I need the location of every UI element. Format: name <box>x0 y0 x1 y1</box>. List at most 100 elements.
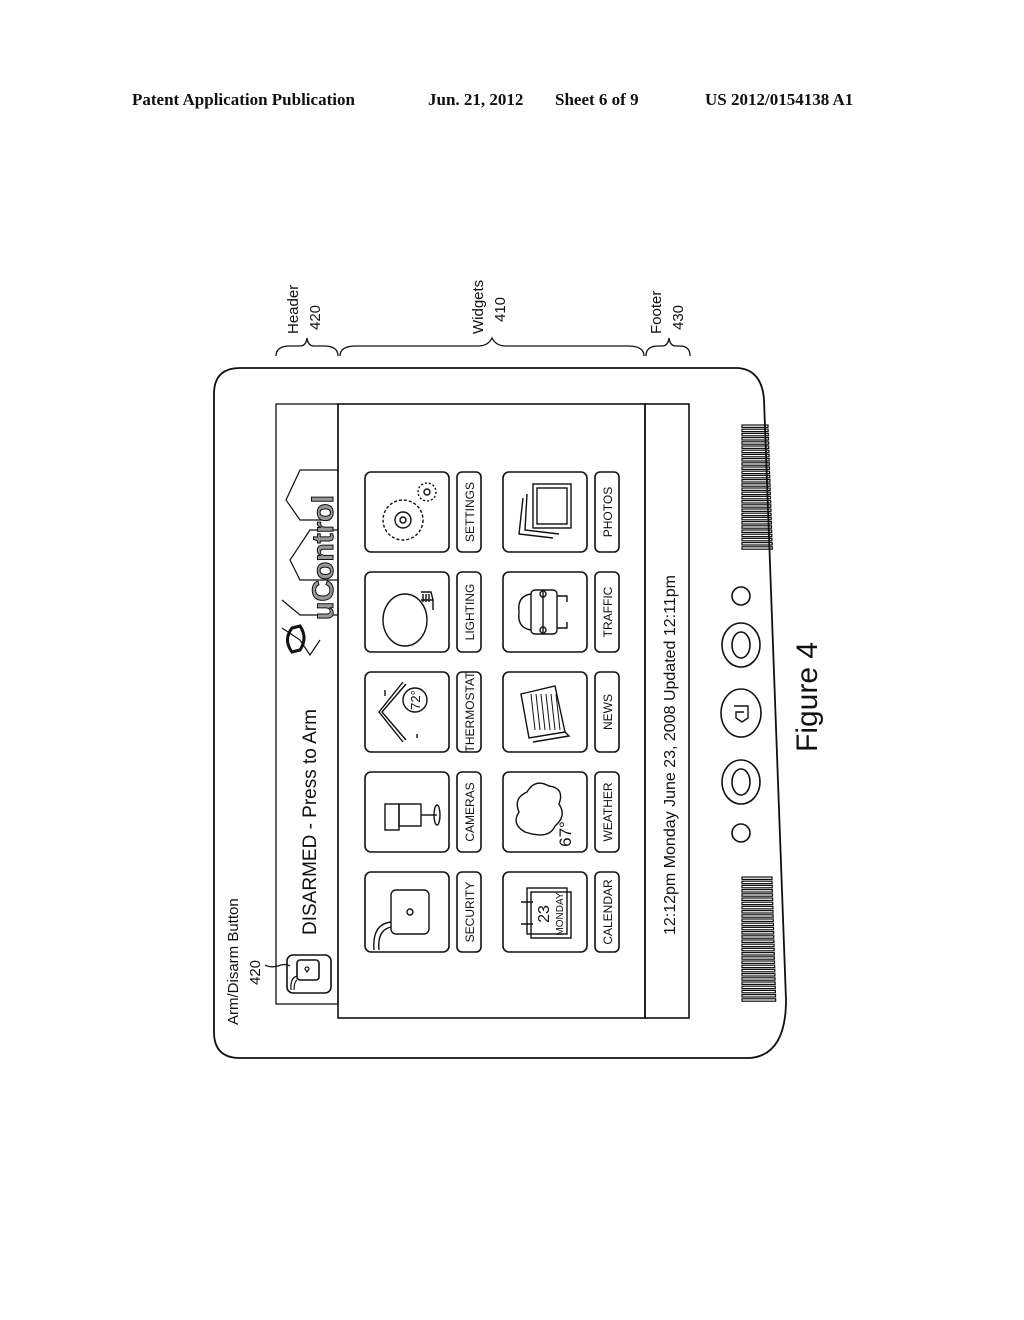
grille-slot <box>741 935 775 939</box>
footer-brace <box>645 337 691 357</box>
header-callout-ref: 420 <box>307 305 324 330</box>
widget-tile[interactable] <box>502 571 588 653</box>
widgets-callout-label: Widgets <box>470 280 487 334</box>
grille-slot <box>741 888 773 893</box>
grille-slot <box>741 951 775 956</box>
grille-slot <box>741 504 772 508</box>
grille-slot <box>741 989 777 994</box>
grille-slot <box>741 525 773 529</box>
header-brace <box>275 337 339 357</box>
grille-slot <box>741 964 776 969</box>
grille-slot <box>741 981 776 986</box>
footer-callout-ref: 430 <box>670 305 687 330</box>
widget-label: WEATHER <box>601 782 615 841</box>
grille-slot <box>741 897 774 902</box>
grille-slot <box>741 960 776 965</box>
device-small-button-bottom[interactable] <box>731 823 751 843</box>
grille-slot <box>741 516 772 521</box>
grille-slot <box>741 968 776 973</box>
lock-icon <box>304 966 310 974</box>
grille-slot <box>741 533 773 538</box>
grille-slot <box>741 922 774 927</box>
calendar-day-name: MONDAY <box>555 892 566 935</box>
grille-slot <box>741 453 770 458</box>
footer-callout-label: Footer <box>648 291 665 334</box>
grille-slot <box>741 943 775 948</box>
grille-slot <box>741 458 770 462</box>
arm-disarm-button[interactable] <box>286 954 332 994</box>
grille-slot <box>741 876 773 881</box>
widget-traffic[interactable]: TRAFFIC <box>502 571 620 653</box>
grille-slot <box>741 985 776 990</box>
grille-slot <box>741 512 772 517</box>
widget-label: SECURITY <box>463 882 477 943</box>
grille-slot <box>741 930 775 935</box>
device-oval-button-top[interactable] <box>721 622 761 668</box>
grille-slot <box>741 449 770 454</box>
widget-news[interactable]: NEWS <box>502 671 620 753</box>
logo-text: uControl <box>307 495 340 620</box>
grille-slot <box>741 893 774 897</box>
grille-slot <box>741 470 771 475</box>
arm-status-text[interactable]: DISARMED - Press to Arm <box>300 709 321 935</box>
grille-slot <box>741 466 771 471</box>
widget-tile[interactable] <box>364 571 450 653</box>
widget-label: SETTINGS <box>463 482 477 542</box>
grille-slot <box>741 947 775 952</box>
device-oval-button-bottom[interactable] <box>721 759 761 805</box>
widget-tile[interactable] <box>364 771 450 853</box>
device-buttons <box>720 586 762 843</box>
home-logo-icon <box>734 705 749 723</box>
light-bulb-icon <box>382 591 434 647</box>
widget-label: THERMOSTAT <box>463 671 477 753</box>
widget-lighting[interactable]: LIGHTING <box>364 571 482 653</box>
widget-photos[interactable]: PHOTOS <box>502 471 620 553</box>
grille-slot <box>741 905 774 910</box>
device-oval-button-bottom-inner <box>731 768 751 796</box>
grille-slot <box>741 432 769 437</box>
photos-icon <box>518 483 572 539</box>
grille-slot <box>741 437 770 441</box>
car-icon <box>518 589 568 635</box>
grille-slot <box>741 909 774 914</box>
widget-cameras[interactable]: CAMERAS <box>364 771 482 853</box>
grille-slot <box>741 901 774 906</box>
widgets-callout-ref: 410 <box>492 297 509 322</box>
grille-slot <box>741 500 772 504</box>
widget-tile[interactable] <box>364 671 450 753</box>
widget-settings[interactable]: SETTINGS <box>364 471 482 553</box>
grille-slot <box>741 474 771 479</box>
arm-button-callout-ref: 420 <box>247 960 264 985</box>
grille-slot <box>741 914 774 918</box>
widget-label: LIGHTING <box>463 584 477 641</box>
widget-label: CALENDAR <box>601 879 615 945</box>
gears-icon <box>382 482 437 541</box>
lock-icon <box>373 889 430 951</box>
widgets-brace <box>339 336 645 357</box>
device-small-button-top[interactable] <box>731 586 751 606</box>
widget-calendar[interactable]: CALENDAR 23 MONDAY <box>502 871 620 953</box>
grille-slot <box>741 546 773 550</box>
widget-thermostat[interactable]: THERMOSTAT 72° <box>364 671 482 753</box>
thermostat-house-icon: 72° <box>378 681 428 743</box>
figure-drawing: Header 420 Widgets 410 Footer 430 Arm/Di… <box>213 280 824 1059</box>
figure-caption: Figure 4 <box>791 642 824 752</box>
calendar-icon: 23 MONDAY <box>521 887 572 939</box>
grille-slot <box>741 880 773 885</box>
newspaper-icon <box>520 685 571 743</box>
grille-slot <box>741 956 775 960</box>
grille-slot <box>741 884 773 889</box>
header-callout-label: Header <box>285 285 302 334</box>
grille-slot <box>741 918 774 923</box>
widget-label: PHOTOS <box>601 487 615 537</box>
device-home-button[interactable] <box>720 688 762 738</box>
widget-security[interactable]: SECURITY <box>364 871 482 953</box>
widget-label: TRAFFIC <box>601 586 615 637</box>
widget-weather[interactable]: WEATHER 67° <box>502 771 620 853</box>
grille-slot <box>741 487 771 492</box>
weather-value: 67° <box>556 821 575 847</box>
grille-slot <box>741 483 771 487</box>
grille-slot <box>741 491 771 496</box>
arm-button-callout-label: Arm/Disarm Button <box>225 898 242 1025</box>
ucontrol-logo: uControl <box>281 469 341 657</box>
